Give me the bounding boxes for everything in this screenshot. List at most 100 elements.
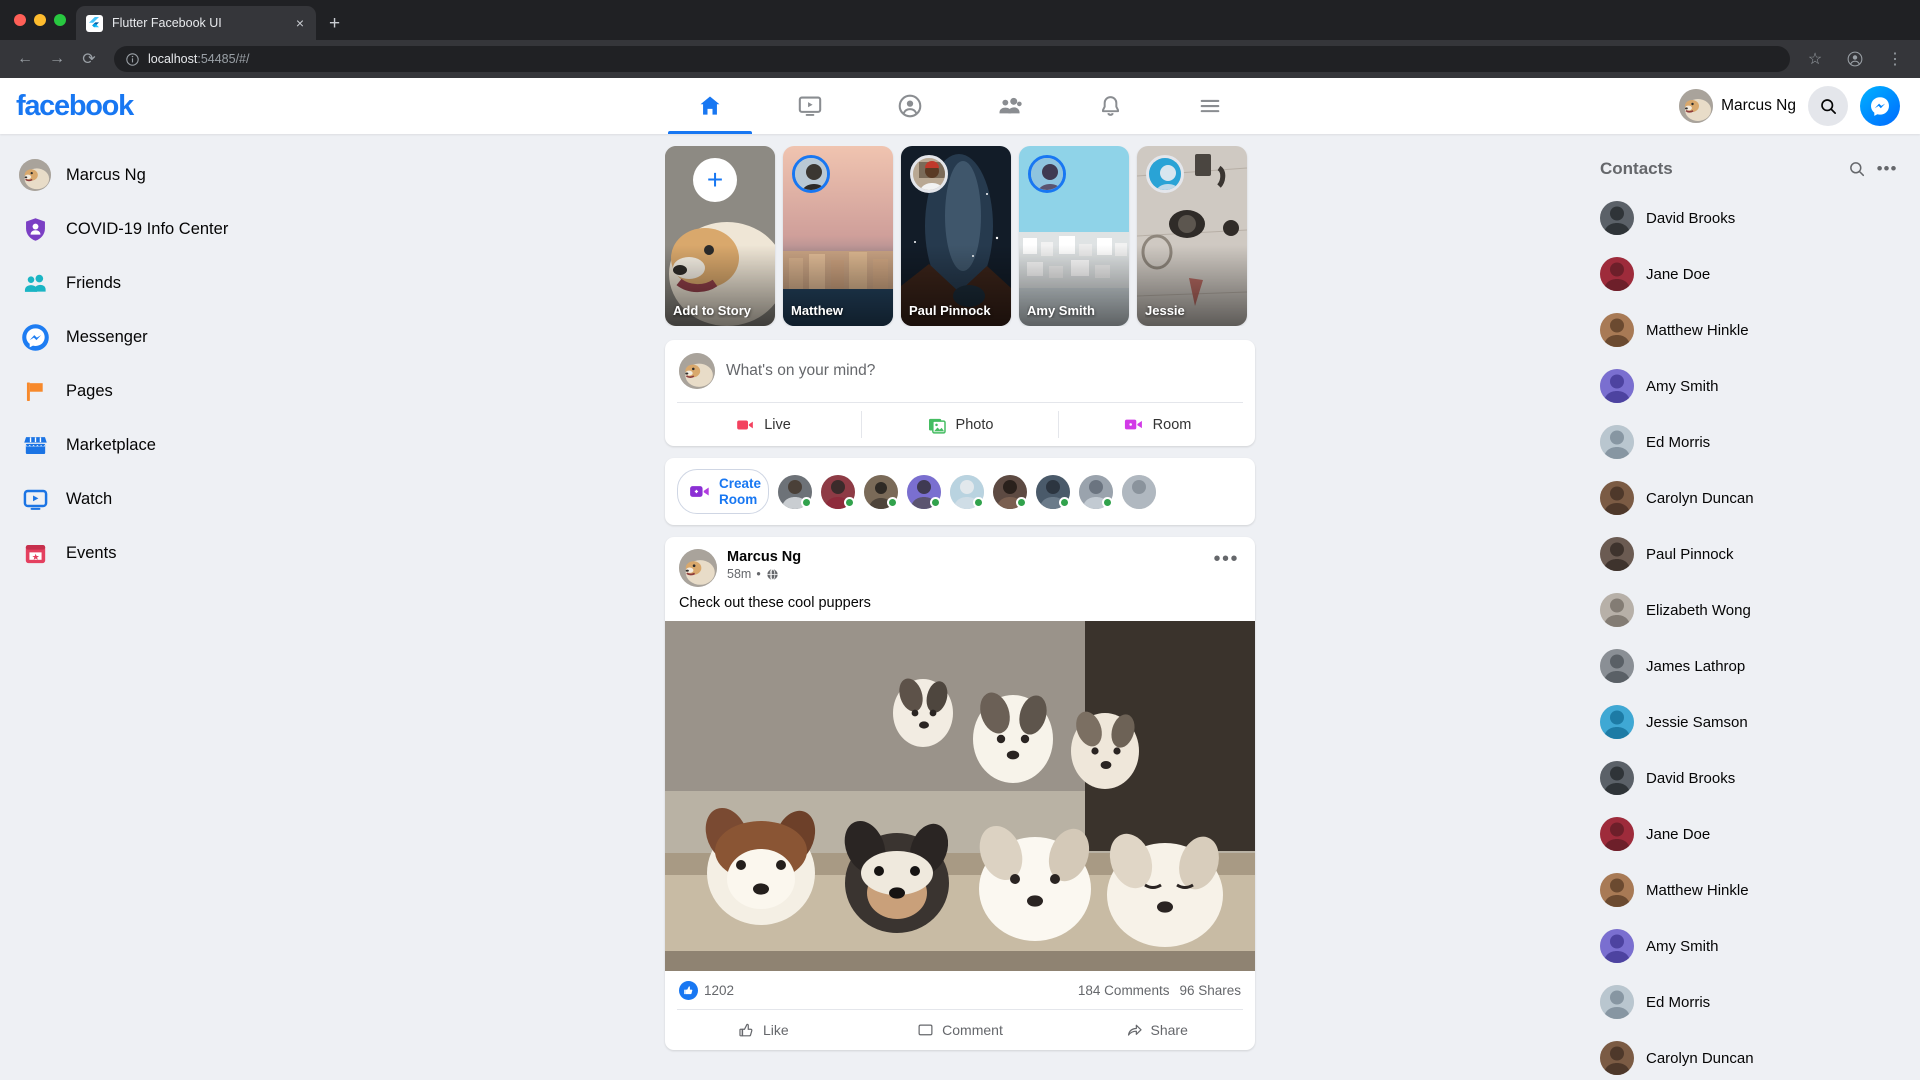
- contacts-more-button[interactable]: •••: [1872, 154, 1902, 184]
- header-user-chip[interactable]: Marcus Ng: [1679, 89, 1796, 123]
- news-feed: + Add to Story: [665, 134, 1255, 1080]
- post-comment-button[interactable]: Comment: [862, 1010, 1059, 1050]
- bell-icon: [1101, 95, 1119, 116]
- room-contact-avatar[interactable]: [907, 474, 941, 509]
- composer-photo-button[interactable]: Photo: [862, 403, 1058, 446]
- room-contact-avatar[interactable]: [1122, 474, 1156, 509]
- story-card[interactable]: Amy Smith: [1019, 146, 1129, 326]
- main-navigation: [330, 78, 1590, 134]
- story-label: Matthew: [791, 303, 843, 318]
- contact-row[interactable]: Ed Morris: [1600, 414, 1902, 470]
- post-text: Check out these cool puppers: [679, 595, 871, 612]
- post-composer: What's on your mind? Live Photo Room: [665, 340, 1255, 446]
- story-card[interactable]: Jessie: [1137, 146, 1247, 326]
- post-author-name[interactable]: Marcus Ng: [727, 549, 1201, 565]
- contact-row[interactable]: Amy Smith: [1600, 358, 1902, 414]
- nav-watch[interactable]: [760, 78, 860, 134]
- sidebar-item-covid-info-center[interactable]: COVID-19 Info Center: [12, 202, 330, 256]
- story-card-add[interactable]: + Add to Story: [665, 146, 775, 326]
- page-viewport: facebook Marcus Ng Marcus Ng COVID-19 In…: [0, 78, 1920, 1080]
- sidebar-item-profile[interactable]: Marcus Ng: [12, 148, 330, 202]
- contact-row[interactable]: Carolyn Duncan: [1600, 1030, 1902, 1080]
- contact-name: Jane Doe: [1646, 825, 1711, 843]
- create-room-button[interactable]: Create Room: [677, 469, 769, 515]
- sidebar-item-pages[interactable]: Pages: [12, 364, 330, 418]
- close-tab-button[interactable]: ×: [294, 16, 306, 30]
- room-contact-avatar[interactable]: [1036, 474, 1070, 509]
- contacts-search-button[interactable]: [1842, 154, 1872, 184]
- online-status-dot: [930, 496, 941, 508]
- watch-icon: [18, 482, 52, 516]
- nav-menu[interactable]: [1160, 78, 1260, 134]
- contact-row[interactable]: James Lathrop: [1600, 638, 1902, 694]
- contact-row[interactable]: Jessie Samson: [1600, 694, 1902, 750]
- new-tab-button[interactable]: +: [316, 14, 353, 33]
- avatar: [1600, 201, 1634, 235]
- search-button[interactable]: [1808, 86, 1848, 126]
- minimize-window-button[interactable]: [34, 14, 46, 26]
- like-count: 1202: [704, 983, 735, 999]
- forward-button[interactable]: →: [42, 44, 72, 74]
- close-window-button[interactable]: [14, 14, 26, 26]
- bookmark-star-icon[interactable]: ☆: [1800, 44, 1830, 74]
- post-stats-right: 184 Comments 96 Shares: [1078, 983, 1241, 998]
- contact-row[interactable]: Matthew Hinkle: [1600, 302, 1902, 358]
- nav-home[interactable]: [660, 78, 760, 134]
- avatar: [1600, 705, 1634, 739]
- contact-row[interactable]: Matthew Hinkle: [1600, 862, 1902, 918]
- nav-groups[interactable]: [960, 78, 1060, 134]
- post-more-options-button[interactable]: •••: [1211, 549, 1241, 569]
- post-action-label: Like: [762, 1022, 789, 1039]
- story-card[interactable]: Paul Pinnock: [901, 146, 1011, 326]
- avatar: [1600, 593, 1634, 627]
- sidebar-item-messenger[interactable]: Messenger: [12, 310, 330, 364]
- post-like-button[interactable]: Like: [665, 1010, 862, 1050]
- contact-row[interactable]: Carolyn Duncan: [1600, 470, 1902, 526]
- contact-row[interactable]: Elizabeth Wong: [1600, 582, 1902, 638]
- story-card[interactable]: Matthew: [783, 146, 893, 326]
- contact-row[interactable]: Jane Doe: [1600, 806, 1902, 862]
- room-contact-avatar[interactable]: [950, 474, 984, 509]
- share-icon: [1127, 1024, 1142, 1036]
- contact-row[interactable]: Paul Pinnock: [1600, 526, 1902, 582]
- browser-tab[interactable]: Flutter Facebook UI ×: [76, 6, 316, 40]
- share-count[interactable]: 96 Shares: [1179, 983, 1241, 998]
- browser-menu-button[interactable]: ⋮: [1880, 44, 1910, 74]
- reload-button[interactable]: ⟳: [74, 44, 104, 74]
- room-contact-avatar[interactable]: [778, 474, 812, 509]
- story-label: Jessie: [1145, 303, 1185, 318]
- facebook-logo[interactable]: facebook: [0, 90, 330, 123]
- profile-avatar-icon[interactable]: [1840, 44, 1870, 74]
- room-contact-avatar[interactable]: [821, 474, 855, 509]
- contact-row[interactable]: David Brooks: [1600, 190, 1902, 246]
- url-host: localhost: [148, 52, 198, 66]
- contact-row[interactable]: Ed Morris: [1600, 974, 1902, 1030]
- contact-row[interactable]: David Brooks: [1600, 750, 1902, 806]
- composer-placeholder[interactable]: What's on your mind?: [726, 362, 875, 380]
- contact-name: Carolyn Duncan: [1646, 1049, 1754, 1067]
- sidebar-item-watch[interactable]: Watch: [12, 472, 330, 526]
- nav-notifications[interactable]: [1060, 78, 1160, 134]
- composer-live-button[interactable]: Live: [665, 403, 861, 446]
- room-contact-avatar[interactable]: [993, 474, 1027, 509]
- maximize-window-button[interactable]: [54, 14, 66, 26]
- avatar: [1600, 257, 1634, 291]
- sidebar-item-events[interactable]: Events: [12, 526, 330, 580]
- post-image[interactable]: [665, 621, 1255, 972]
- post-share-button[interactable]: Share: [1058, 1010, 1255, 1050]
- room-contact-avatar[interactable]: [864, 474, 898, 509]
- contact-row[interactable]: Jane Doe: [1600, 246, 1902, 302]
- address-bar[interactable]: localhost:54485/#/: [114, 46, 1790, 72]
- sidebar-item-friends[interactable]: Friends: [12, 256, 330, 310]
- room-contact-avatar[interactable]: [1079, 474, 1113, 509]
- composer-input-row[interactable]: What's on your mind?: [665, 340, 1255, 402]
- create-room-label-1: Create: [719, 476, 762, 491]
- nav-profile[interactable]: [860, 78, 960, 134]
- contact-row[interactable]: Amy Smith: [1600, 918, 1902, 974]
- composer-room-button[interactable]: Room: [1059, 403, 1255, 446]
- messenger-button[interactable]: [1860, 86, 1900, 126]
- avatar[interactable]: [679, 549, 717, 588]
- sidebar-item-marketplace[interactable]: Marketplace: [12, 418, 330, 472]
- comment-count[interactable]: 184 Comments: [1078, 983, 1170, 998]
- back-button[interactable]: ←: [10, 44, 40, 74]
